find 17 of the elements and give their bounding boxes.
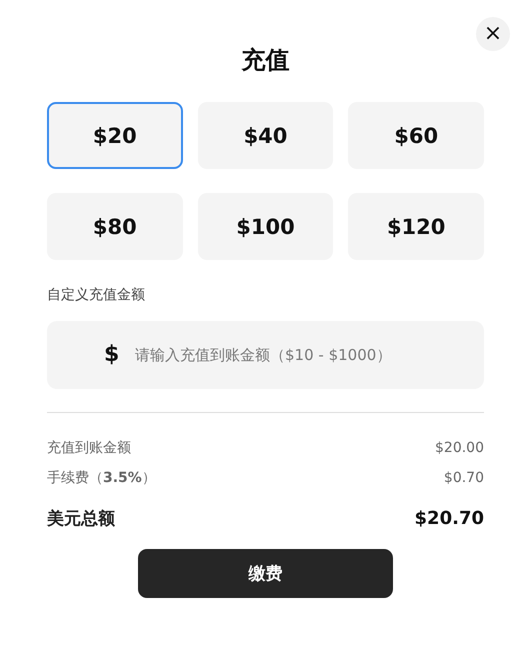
currency-symbol: $ <box>104 341 120 369</box>
amount-option[interactable]: $20 <box>47 102 183 169</box>
amount-option[interactable]: $120 <box>348 193 484 260</box>
custom-amount-label: 自定义充值金额 <box>47 286 146 304</box>
amount-option[interactable]: $80 <box>47 193 183 260</box>
summary-label: 手续费（3.5%） <box>47 469 156 487</box>
close-button[interactable]: × <box>476 17 510 51</box>
summary-label: 充值到账金额 <box>47 439 131 457</box>
dialog-title: 充值 <box>240 45 290 76</box>
pay-button[interactable]: 缴费 <box>138 549 393 598</box>
total-label: 美元总额 <box>47 508 115 530</box>
amount-option[interactable]: $40 <box>198 102 334 169</box>
total-value: $20.70 <box>414 508 484 528</box>
summary-value: $0.70 <box>444 470 484 486</box>
amount-option[interactable]: $60 <box>348 102 484 169</box>
amount-option[interactable]: $100 <box>198 193 334 260</box>
summary-value: $20.00 <box>435 440 484 456</box>
